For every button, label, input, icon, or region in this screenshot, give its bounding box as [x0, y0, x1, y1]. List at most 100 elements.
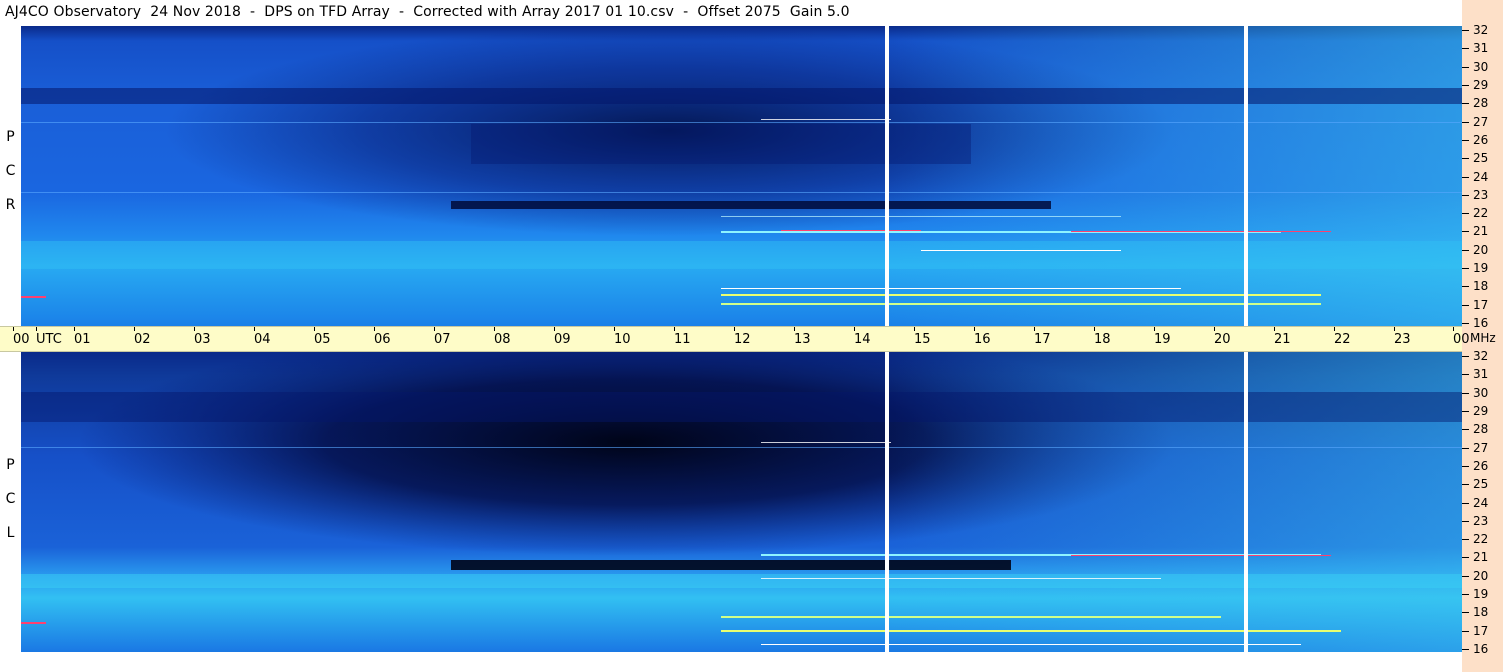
tick-mark [1462, 286, 1469, 287]
tick-mark [1462, 356, 1469, 357]
time-tick-label: 19 [1154, 327, 1171, 347]
tick-mark [1462, 48, 1469, 49]
rcp-spectrogram[interactable] [21, 26, 1462, 326]
frequency-tick-text: 24 [1473, 170, 1489, 184]
tick-mark [1462, 231, 1469, 232]
frequency-tick-text: 27 [1473, 115, 1489, 129]
frequency-tick-label: 20 [1462, 243, 1488, 257]
tick-mark [1462, 393, 1469, 394]
frequency-tick-text: 29 [1473, 404, 1489, 418]
tick-mark [1462, 612, 1469, 613]
data-gap-line [1244, 352, 1248, 652]
tick-mark [1462, 158, 1469, 159]
frequency-tick-label: 31 [1462, 367, 1488, 381]
tick-mark [1462, 576, 1469, 577]
tick-mark [1462, 67, 1469, 68]
frequency-tick-label: 19 [1462, 261, 1488, 275]
tick-mark [1462, 122, 1469, 123]
frequency-tick-label: 25 [1462, 151, 1488, 165]
time-tick-label: 22 [1334, 327, 1351, 347]
frequency-tick-label: 18 [1462, 605, 1488, 619]
rcp-frequency-axis: 32 31 30 29 28 27 26 25 24 23 22 21 20 19 18 17 16 [1462, 23, 1503, 330]
frequency-tick-label: 22 [1462, 206, 1488, 220]
time-tick-label: 03 [194, 327, 211, 347]
frequency-tick-text: 23 [1473, 514, 1489, 528]
rcp-letter: R [5, 197, 16, 213]
frequency-tick-label: 21 [1462, 224, 1488, 238]
frequency-tick-text: 16 [1473, 316, 1489, 330]
frequency-tick-text: 31 [1473, 367, 1489, 381]
time-tick-label: 17 [1034, 327, 1051, 347]
tick-mark [1462, 213, 1469, 214]
time-tick-label: 09 [554, 327, 571, 347]
frequency-tick-text: 19 [1473, 587, 1489, 601]
frequency-tick-label: 30 [1462, 386, 1488, 400]
frequency-tick-text: 28 [1473, 422, 1489, 436]
tick-mark [1462, 268, 1469, 269]
frequency-tick-label: 19 [1462, 587, 1488, 601]
frequency-tick-label: 32 [1462, 349, 1488, 363]
time-tick-label: 05 [314, 327, 331, 347]
time-tick-label: 21 [1274, 327, 1291, 347]
time-tick-label: 15 [914, 327, 931, 347]
frequency-tick-text: 19 [1473, 261, 1489, 275]
tick-mark [1462, 177, 1469, 178]
frequency-tick-text: 22 [1473, 206, 1489, 220]
frequency-tick-label: 31 [1462, 41, 1488, 55]
tick-mark [1462, 503, 1469, 504]
frequency-tick-label: 26 [1462, 459, 1488, 473]
tick-mark [1462, 484, 1469, 485]
frequency-tick-label: 29 [1462, 78, 1488, 92]
rcp-letter: C [5, 163, 16, 179]
time-tick-label: 00 [1453, 327, 1470, 347]
frequency-tick-label: 24 [1462, 170, 1488, 184]
frequency-tick-text: 27 [1473, 441, 1489, 455]
lcp-frequency-axis: 32 31 30 29 28 27 26 25 24 23 22 21 20 19 18 17 16 [1462, 349, 1503, 656]
frequency-tick-text: 17 [1473, 624, 1489, 638]
time-tick-label: 18 [1094, 327, 1111, 347]
frequency-tick-text: 29 [1473, 78, 1489, 92]
frequency-tick-text: 21 [1473, 550, 1489, 564]
frequency-tick-text: 18 [1473, 605, 1489, 619]
tick-mark [1462, 305, 1469, 306]
frequency-unit-label: MHz [1470, 331, 1496, 345]
tick-mark [1462, 429, 1469, 430]
frequency-tick-text: 32 [1473, 349, 1489, 363]
data-gap-line [885, 352, 889, 652]
frequency-tick-label: 17 [1462, 624, 1488, 638]
tick-mark [1462, 411, 1469, 412]
frequency-tick-text: 32 [1473, 23, 1489, 37]
time-tick-label: 20 [1214, 327, 1231, 347]
time-tick-label: 14 [854, 327, 871, 347]
lcp-channel-label: P C L [0, 448, 21, 550]
frequency-tick-text: 30 [1473, 60, 1489, 74]
frequency-tick-text: 25 [1473, 151, 1489, 165]
lcp-spectrogram[interactable] [21, 352, 1462, 652]
tick-mark [1462, 85, 1469, 86]
tick-mark [1462, 195, 1469, 196]
lcp-letter: P [6, 457, 15, 473]
time-tick-label: 10 [614, 327, 631, 347]
frequency-tick-text: 22 [1473, 532, 1489, 546]
frequency-tick-label: 27 [1462, 115, 1488, 129]
title-bar: AJ4CO Observatory 24 Nov 2018 - DPS on T… [0, 0, 1462, 26]
frequency-tick-text: 25 [1473, 477, 1489, 491]
frequency-tick-text: 16 [1473, 642, 1489, 656]
frequency-tick-label: 30 [1462, 60, 1488, 74]
time-tick-label: 08 [494, 327, 511, 347]
frequency-tick-label: 32 [1462, 23, 1488, 37]
window-title: AJ4CO Observatory 24 Nov 2018 - DPS on T… [5, 4, 850, 20]
tick-mark [1462, 594, 1469, 595]
frequency-tick-text: 28 [1473, 96, 1489, 110]
frequency-tick-text: 21 [1473, 224, 1489, 238]
time-tick-label: 02 [134, 327, 151, 347]
frequency-tick-text: 18 [1473, 279, 1489, 293]
time-tick-label: 23 [1394, 327, 1411, 347]
tick-mark [1462, 539, 1469, 540]
frequency-tick-label: 20 [1462, 569, 1488, 583]
data-gap-line [1244, 26, 1248, 326]
frequency-tick-text: 31 [1473, 41, 1489, 55]
time-tick-label: 13 [794, 327, 811, 347]
tick-mark [1462, 140, 1469, 141]
time-tick-label: 00 [13, 327, 30, 347]
